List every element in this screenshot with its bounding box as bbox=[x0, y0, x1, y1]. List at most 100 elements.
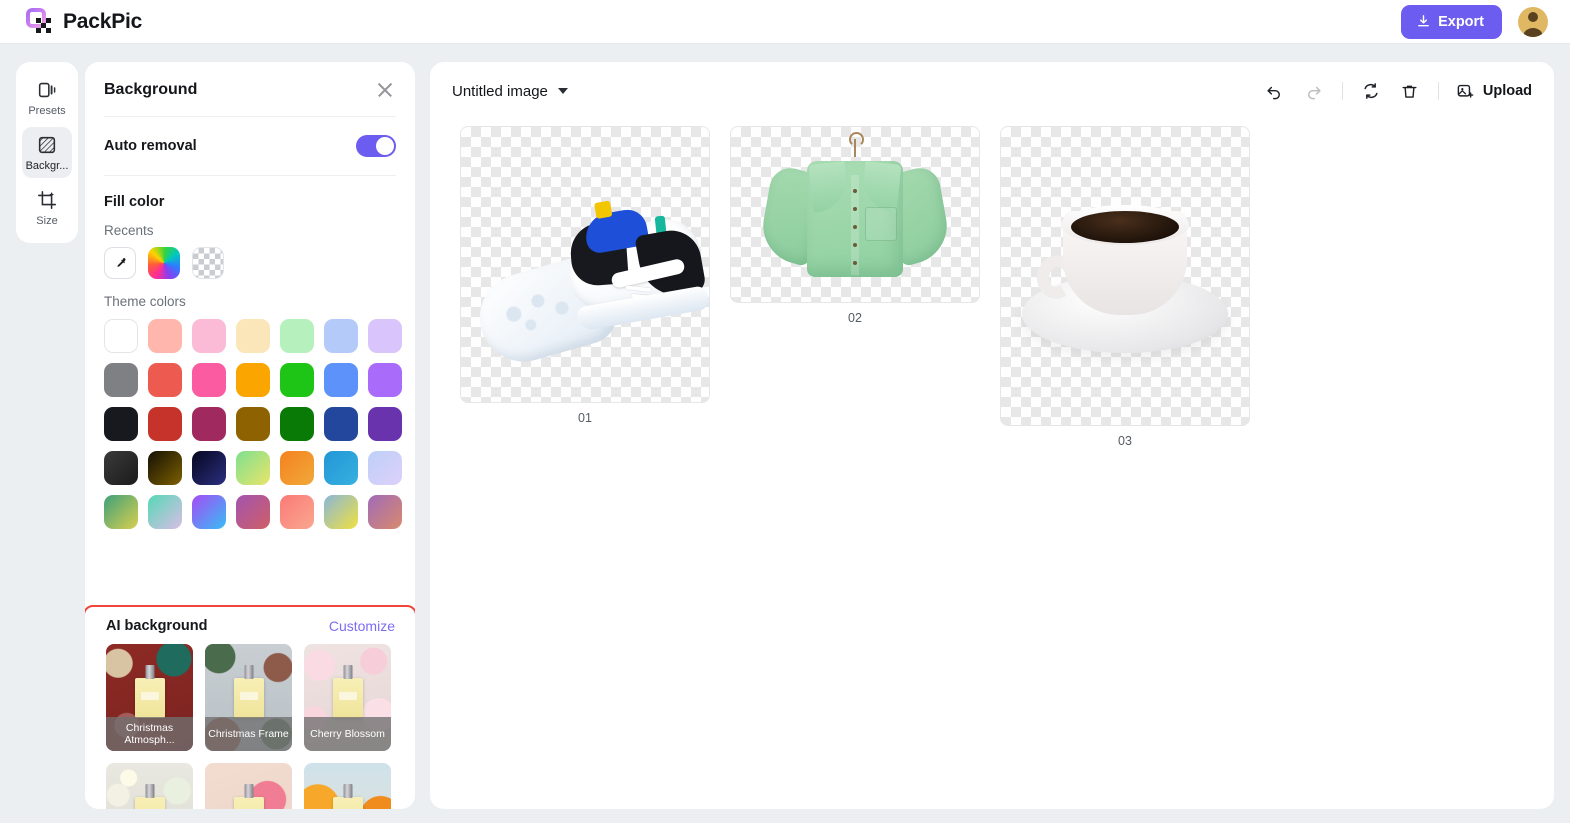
fill-color-title: Fill color bbox=[104, 194, 165, 210]
sidebar-item-label: Backgr... bbox=[25, 160, 69, 172]
image-thumbnail[interactable] bbox=[730, 126, 980, 303]
color-swatch[interactable] bbox=[324, 495, 358, 529]
color-swatch[interactable] bbox=[104, 319, 138, 353]
color-swatch[interactable] bbox=[192, 495, 226, 529]
ai-background-thumbnail[interactable] bbox=[304, 763, 391, 809]
color-swatch[interactable] bbox=[236, 363, 270, 397]
presets-icon bbox=[38, 82, 56, 98]
rainbow-wheel-icon[interactable] bbox=[148, 247, 180, 279]
color-swatch[interactable] bbox=[324, 363, 358, 397]
ai-background-thumbnails: Christmas Atmosph... Christmas Frame Cherr… bbox=[85, 634, 415, 809]
image-thumbnail[interactable] bbox=[460, 126, 710, 403]
canvas-panel: Untitled image Upload 01 02 03 bbox=[430, 62, 1554, 809]
image-card-01: 01 bbox=[460, 126, 710, 425]
upload-label: Upload bbox=[1482, 83, 1532, 99]
ai-background-thumbnail[interactable]: Cherry Blossom bbox=[304, 644, 391, 751]
divider bbox=[104, 175, 396, 176]
color-swatch[interactable] bbox=[368, 495, 402, 529]
color-swatch[interactable] bbox=[236, 319, 270, 353]
sidebar-item-size[interactable]: Size bbox=[22, 182, 72, 233]
divider bbox=[104, 116, 396, 117]
auto-removal-toggle[interactable] bbox=[356, 135, 396, 157]
crop-size-icon bbox=[37, 190, 57, 210]
color-swatch[interactable] bbox=[148, 319, 182, 353]
color-swatch[interactable] bbox=[280, 363, 314, 397]
ai-background-thumbnail[interactable] bbox=[205, 763, 292, 809]
color-swatch[interactable] bbox=[324, 319, 358, 353]
redo-button[interactable] bbox=[1303, 80, 1325, 102]
color-swatch[interactable] bbox=[368, 319, 402, 353]
color-swatch[interactable] bbox=[104, 451, 138, 485]
color-swatch[interactable] bbox=[368, 407, 402, 441]
image-card-02: 02 bbox=[730, 126, 980, 325]
user-avatar-icon[interactable] bbox=[1518, 6, 1548, 37]
sidebar-item-background[interactable]: Backgr... bbox=[22, 127, 72, 178]
ai-background-title: AI background bbox=[106, 618, 208, 634]
recents-swatches bbox=[85, 247, 415, 279]
perfume-bottle-icon bbox=[134, 678, 165, 718]
color-swatch[interactable] bbox=[368, 363, 402, 397]
color-swatch[interactable] bbox=[148, 407, 182, 441]
theme-colors-label: Theme colors bbox=[104, 294, 186, 309]
perfume-bottle-icon bbox=[233, 797, 264, 809]
panel-header: Background bbox=[85, 62, 415, 100]
color-swatch[interactable] bbox=[192, 319, 226, 353]
customize-link[interactable]: Customize bbox=[329, 618, 395, 634]
ai-background-thumbnail[interactable]: Christmas Frame bbox=[205, 644, 292, 751]
color-swatch[interactable] bbox=[280, 319, 314, 353]
image-caption: 03 bbox=[1118, 434, 1132, 448]
checkerboard-icon[interactable] bbox=[192, 247, 224, 279]
color-swatch[interactable] bbox=[104, 407, 138, 441]
ai-background-thumbnail[interactable] bbox=[106, 763, 193, 809]
brand: PackPic bbox=[26, 7, 142, 36]
refresh-icon bbox=[1364, 83, 1378, 99]
image-thumbnail[interactable] bbox=[1000, 126, 1250, 426]
image-caption: 02 bbox=[848, 311, 862, 325]
top-bar: PackPic Export bbox=[0, 0, 1570, 44]
color-swatch[interactable] bbox=[368, 451, 402, 485]
color-swatch[interactable] bbox=[236, 407, 270, 441]
ai-background-thumbnail[interactable]: Christmas Atmosph... bbox=[106, 644, 193, 751]
color-swatch[interactable] bbox=[280, 451, 314, 485]
image-add-icon bbox=[1457, 84, 1474, 98]
export-button[interactable]: Export bbox=[1401, 4, 1502, 39]
color-swatch[interactable] bbox=[104, 495, 138, 529]
chevron-down-icon bbox=[557, 88, 568, 94]
export-label: Export bbox=[1438, 13, 1484, 30]
color-swatch[interactable] bbox=[192, 407, 226, 441]
color-swatch[interactable] bbox=[192, 363, 226, 397]
toolbar-divider bbox=[1437, 82, 1439, 100]
document-name-dropdown[interactable]: Untitled image bbox=[452, 83, 568, 100]
toolbar-divider bbox=[1341, 82, 1343, 100]
page-title: Background bbox=[104, 81, 198, 98]
close-icon[interactable] bbox=[375, 80, 395, 100]
ai-background-header: AI background Customize bbox=[85, 607, 415, 634]
color-swatch[interactable] bbox=[280, 407, 314, 441]
color-swatch[interactable] bbox=[324, 407, 358, 441]
undo-button[interactable] bbox=[1264, 80, 1286, 102]
delete-button[interactable] bbox=[1399, 80, 1421, 102]
sidebar-item-presets[interactable]: Presets bbox=[22, 72, 72, 123]
perfume-bottle-icon bbox=[233, 678, 264, 718]
color-swatch[interactable] bbox=[148, 451, 182, 485]
color-swatch[interactable] bbox=[280, 495, 314, 529]
sneakers-artwork bbox=[461, 127, 709, 402]
topbar-actions: Export bbox=[1401, 4, 1548, 39]
color-swatch[interactable] bbox=[236, 495, 270, 529]
color-swatch[interactable] bbox=[148, 363, 182, 397]
coffee-cup-artwork bbox=[1001, 127, 1249, 425]
eyedropper-icon[interactable] bbox=[104, 247, 136, 279]
perfume-bottle-icon bbox=[332, 797, 363, 809]
recents-label: Recents bbox=[104, 223, 154, 238]
color-swatch[interactable] bbox=[192, 451, 226, 485]
color-swatch[interactable] bbox=[236, 451, 270, 485]
upload-button[interactable]: Upload bbox=[1456, 82, 1532, 101]
image-caption: 01 bbox=[578, 411, 592, 425]
color-swatch[interactable] bbox=[324, 451, 358, 485]
color-swatch[interactable] bbox=[148, 495, 182, 529]
reset-button[interactable] bbox=[1360, 80, 1382, 102]
color-swatch[interactable] bbox=[104, 363, 138, 397]
perfume-bottle-icon bbox=[134, 797, 165, 809]
packpic-logo-icon bbox=[26, 7, 54, 36]
sidebar-item-label: Presets bbox=[28, 105, 66, 117]
